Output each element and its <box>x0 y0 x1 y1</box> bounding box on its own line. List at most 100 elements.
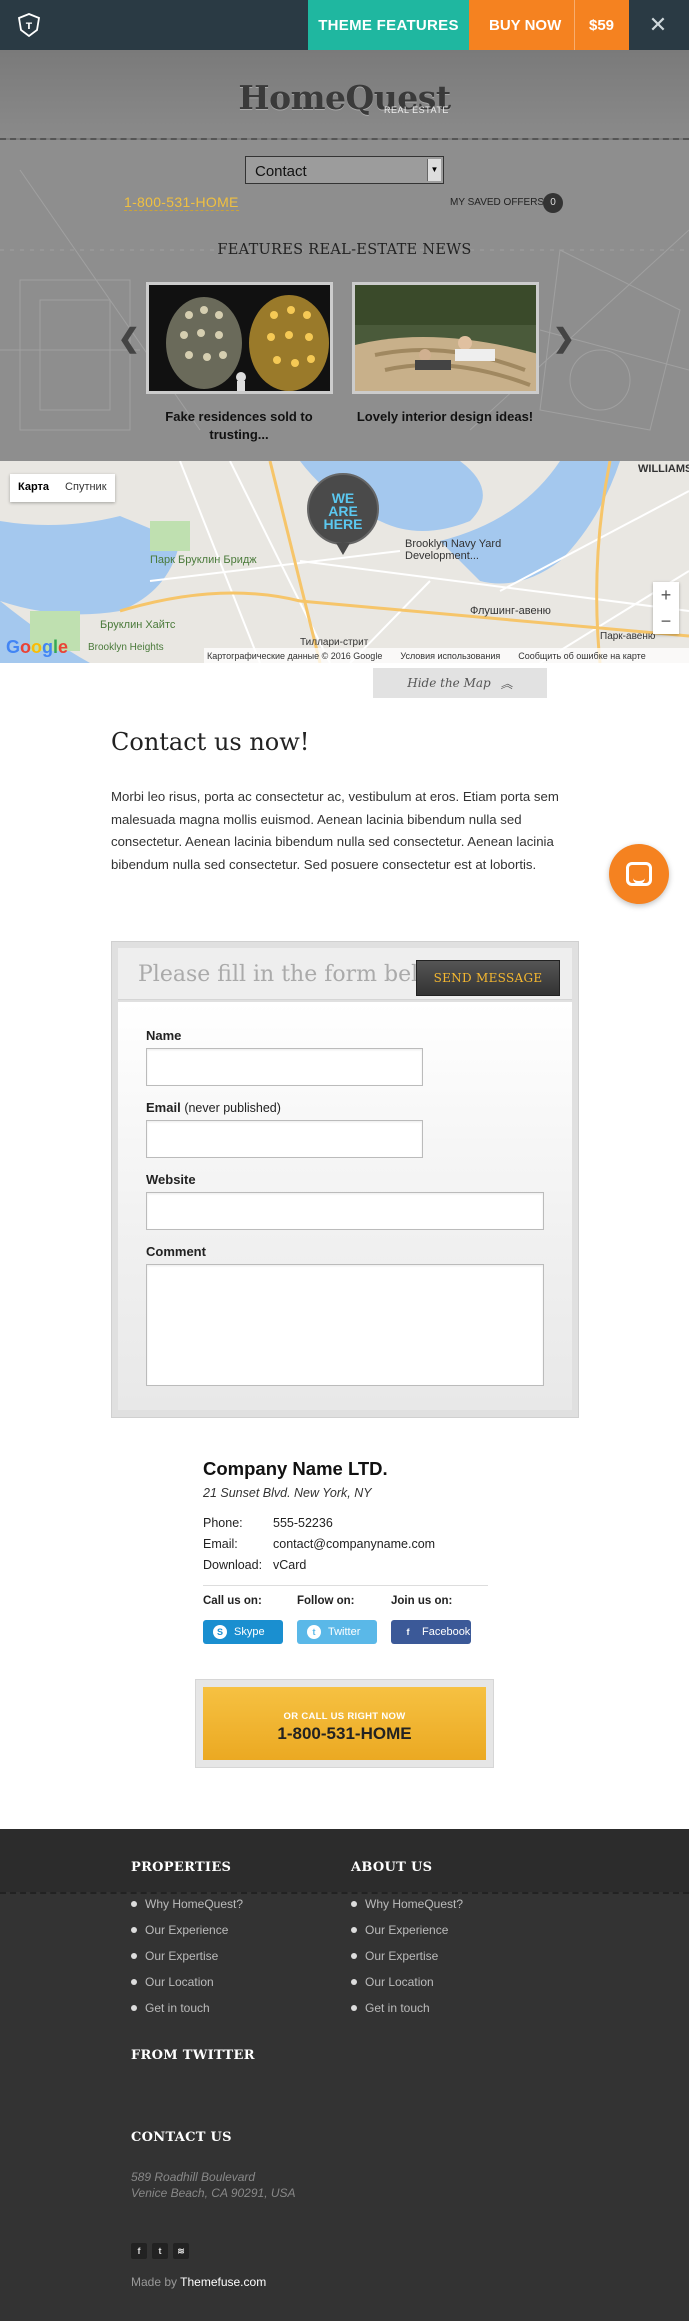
facebook-label: Facebook <box>422 1626 471 1638</box>
twitter-button[interactable]: t Twitter <box>297 1620 377 1644</box>
call-now-button[interactable]: OR CALL US RIGHT NOW 1-800-531-HOME <box>203 1687 486 1760</box>
close-icon[interactable]: ✕ <box>647 14 669 36</box>
email-field[interactable] <box>146 1120 423 1158</box>
footer-top-band <box>0 1829 689 1892</box>
buy-now-label: BUY NOW <box>489 16 562 34</box>
map-label: Тиллари-стрит <box>300 637 369 648</box>
theme-features-button[interactable]: THEME FEATURES <box>308 0 469 50</box>
google-map[interactable]: Карта Спутник WILLIAMSBU Бруклин Хайтс П… <box>0 461 689 663</box>
list-item[interactable]: Our Location <box>351 1975 463 2001</box>
address-line: 589 Roadhill Boulevard <box>131 2170 256 2184</box>
address-line: Venice Beach, CA 90291, USA <box>131 2186 296 2200</box>
email-value[interactable]: contact@companyname.com <box>273 1537 435 1551</box>
brand-subtitle: REAL ESTATE <box>384 105 449 115</box>
call-now-phone: 1-800-531-HOME <box>277 1724 412 1743</box>
form-body: Name Email (never published) Website Com… <box>118 1002 572 1410</box>
email-note: (never published) <box>184 1101 281 1115</box>
vcard-link[interactable]: vCard <box>273 1558 306 1572</box>
themefuse-link[interactable]: Themefuse.com <box>180 2275 266 2289</box>
skype-button[interactable]: S Skype <box>203 1620 283 1644</box>
shield-logo-icon[interactable]: T <box>17 13 41 37</box>
chevron-up-icon: ︽ <box>500 676 513 691</box>
list-item[interactable]: Our Location <box>131 1975 243 2001</box>
download-key: Download: <box>203 1558 263 1572</box>
site-footer <box>0 1829 689 2321</box>
website-label: Website <box>146 1172 196 1187</box>
company-card: Company Name LTD. 21 Sunset Blvd. New Yo… <box>203 1458 488 1644</box>
twitter-icon[interactable]: t <box>152 2243 168 2259</box>
tab-satellite[interactable]: Спутник <box>57 474 114 502</box>
twitter-heading: FROM TWITTER <box>131 2048 255 2063</box>
list-item[interactable]: Why HomeQuest? <box>351 1897 463 1923</box>
map-data-credit: Картографические данные © 2016 Google <box>207 650 383 661</box>
rss-icon[interactable]: ≋ <box>173 2243 189 2259</box>
price-label: $59 <box>589 16 615 34</box>
facebook-icon[interactable]: f <box>131 2243 147 2259</box>
send-message-button[interactable]: SEND MESSAGE <box>416 960 560 996</box>
about-list: Why HomeQuest? Our Experience Our Expert… <box>351 1897 463 2027</box>
hide-map-label: Hide the Map <box>407 676 491 690</box>
comment-field[interactable] <box>146 1264 544 1386</box>
made-by: Made by Themefuse.com <box>131 2275 266 2289</box>
news-photo-interior <box>355 285 536 391</box>
list-item[interactable]: Our Experience <box>351 1923 463 1949</box>
news-image[interactable] <box>146 282 333 394</box>
properties-list: Why HomeQuest? Our Experience Our Expert… <box>131 1897 243 2027</box>
zoom-in-icon[interactable]: + <box>653 582 679 608</box>
phone-value: 555-52236 <box>273 1516 333 1530</box>
footer-stitch <box>0 1892 689 1894</box>
name-field[interactable] <box>146 1048 423 1086</box>
map-label: WILLIAMSBU <box>638 463 689 475</box>
map-report-link[interactable]: Сообщить об ошибке на карте <box>518 651 645 661</box>
hide-map-button[interactable]: Hide the Map ︽ <box>373 668 547 698</box>
we-are-here-marker[interactable]: WE ARE HERE <box>307 473 379 545</box>
email-label-text: Email <box>146 1100 181 1115</box>
call-box: OR CALL US RIGHT NOW 1-800-531-HOME <box>195 1679 494 1768</box>
map-label: Brooklyn Navy Yard Development... <box>405 538 502 562</box>
contact-intro: Morbi leo risus, porta ac consectetur ac… <box>111 789 559 872</box>
email-key: Email: <box>203 1537 238 1551</box>
zoom-control: + − <box>653 582 679 634</box>
list-item[interactable]: Get in touch <box>351 2001 463 2027</box>
skype-icon: S <box>213 1625 227 1639</box>
join-label: Join us on: <box>391 1595 453 1607</box>
list-item[interactable]: Get in touch <box>131 2001 243 2027</box>
email-label: Email (never published) <box>146 1100 281 1115</box>
list-item[interactable]: Our Expertise <box>351 1949 463 1975</box>
list-item[interactable]: Our Expertise <box>131 1949 243 1975</box>
divider <box>203 1585 488 1586</box>
svg-text:T: T <box>26 22 33 32</box>
list-item[interactable]: Why HomeQuest? <box>131 1897 243 1923</box>
map-label: Парк-авеню <box>600 631 656 642</box>
call-now-label: OR CALL US RIGHT NOW <box>283 1711 406 1722</box>
buy-now-button[interactable]: BUY NOW $59 <box>469 0 629 50</box>
company-name: Company Name LTD. <box>203 1458 388 1479</box>
follow-label: Follow on: <box>297 1595 355 1607</box>
saved-offers-link[interactable]: MY SAVED OFFERS <box>450 197 544 208</box>
news-caption[interactable]: Lovely interior design ideas! <box>345 408 545 426</box>
marker-line: HERE <box>323 516 363 532</box>
website-field[interactable] <box>146 1192 544 1230</box>
page-title: Contact us now! <box>111 728 310 756</box>
chat-icon[interactable] <box>609 844 669 904</box>
map-label: Флушинг-авеню <box>470 605 551 617</box>
news-image[interactable] <box>352 282 539 394</box>
zoom-out-icon[interactable]: − <box>653 608 679 634</box>
page-select[interactable]: Contact ▼ <box>245 156 444 184</box>
news-caption[interactable]: Fake residences sold to trusting... <box>139 408 339 444</box>
list-item[interactable]: Our Experience <box>131 1923 243 1949</box>
facebook-icon: f <box>406 1627 410 1637</box>
email-row: Email: contact@companyname.com <box>203 1537 435 1551</box>
company-address: 21 Sunset Blvd. New York, NY <box>203 1486 372 1500</box>
header-phone[interactable]: 1-800-531-HOME <box>124 194 239 211</box>
brand-logo[interactable]: HomeQuest <box>0 78 689 117</box>
facebook-button[interactable]: f Facebook <box>391 1620 471 1644</box>
map-terms-link[interactable]: Условия использования <box>400 651 500 661</box>
carousel-prev-icon[interactable]: ❮ <box>118 323 140 354</box>
name-label: Name <box>146 1028 182 1043</box>
contact-form: Please fill in the form below SEND MESSA… <box>111 941 579 1418</box>
twitter-icon: t <box>307 1625 321 1639</box>
carousel-next-icon[interactable]: ❯ <box>553 323 575 354</box>
marker-tail <box>336 543 350 555</box>
tab-map[interactable]: Карта <box>10 474 57 502</box>
